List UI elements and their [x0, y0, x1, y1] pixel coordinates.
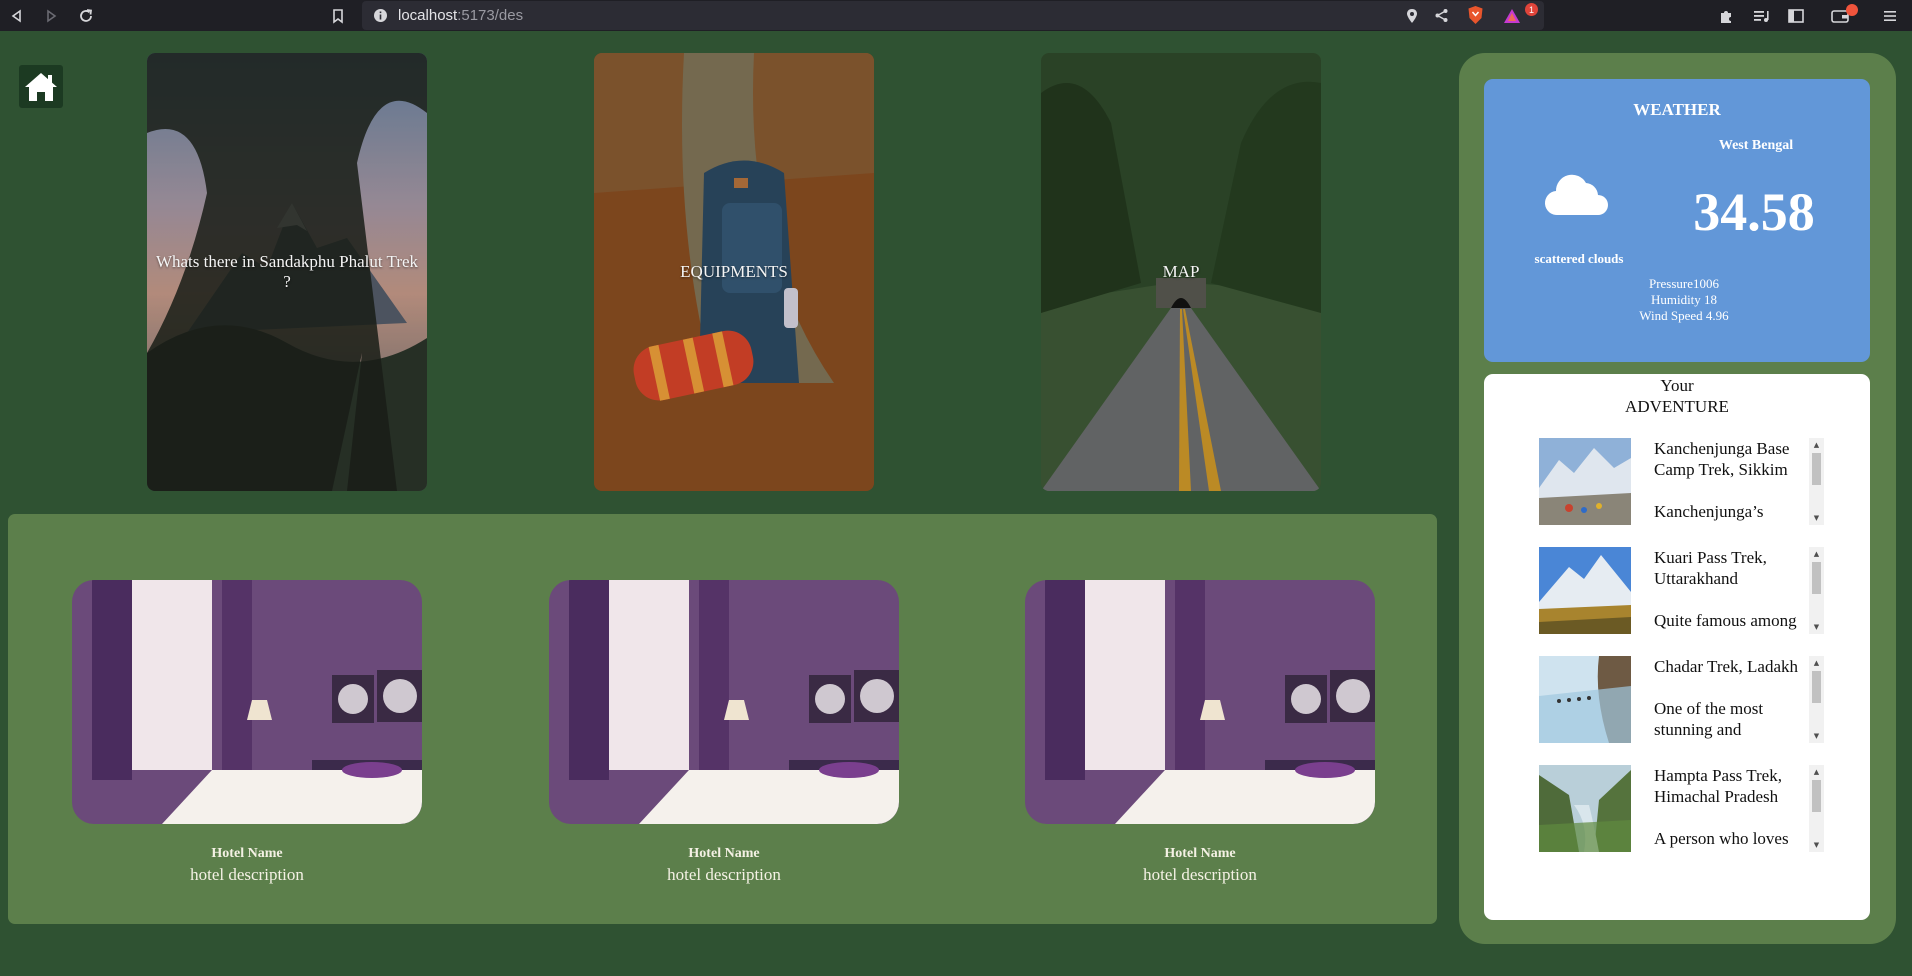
hotels-panel: Hotel Name hotel description Hotel Name …: [8, 514, 1437, 924]
playlist-icon[interactable]: [1751, 6, 1770, 25]
forward-icon[interactable]: [41, 6, 60, 25]
bookmark-icon[interactable]: [328, 6, 347, 25]
notification-badge: 1: [1525, 3, 1538, 16]
equipments-card[interactable]: EQUIPMENTS: [594, 53, 874, 491]
item-scrollbar[interactable]: ▲ ▼: [1809, 547, 1824, 634]
card-label: MAP: [1162, 262, 1200, 281]
menu-icon[interactable]: [1880, 6, 1899, 25]
right-panel: WEATHER West Bengal 34.58 scattered clou…: [1459, 53, 1896, 944]
weather-condition: scattered clouds: [1534, 251, 1624, 266]
weather-region: West Bengal: [1718, 138, 1794, 153]
hotel-card[interactable]: Hotel Name hotel description: [549, 580, 899, 885]
hotel-description: hotel description: [1143, 865, 1257, 884]
address-bar[interactable]: localhost:5173/des 1: [362, 1, 1544, 30]
adventure-heading: Your ADVENTURE: [1625, 376, 1729, 416]
item-scrollbar[interactable]: ▲ ▼: [1809, 438, 1824, 525]
trek-thumbnail: [1539, 438, 1631, 525]
map-card[interactable]: MAP: [1041, 53, 1321, 491]
site-info-icon[interactable]: [371, 6, 390, 25]
adventure-list: Your ADVENTURE Kanchenjunga Base Camp Tr…: [1484, 374, 1870, 920]
trek-thumbnail: [1539, 656, 1631, 743]
list-item[interactable]: Chadar Trek, Ladakh One of the most stun…: [1539, 656, 1825, 743]
trek-description: Kanchenjunga’s: [1654, 502, 1764, 521]
card-label: EQUIPMENTS: [680, 262, 788, 281]
hotel-image: [72, 580, 422, 824]
hotel-image: [549, 580, 899, 824]
trek-description: Quite famous among: [1654, 611, 1797, 630]
hotel-name: Hotel Name: [688, 846, 760, 861]
weather-widget: WEATHER West Bengal 34.58 scattered clou…: [1484, 79, 1870, 362]
share-icon[interactable]: [1432, 6, 1451, 25]
trek-thumbnail: [1539, 547, 1631, 634]
item-scrollbar[interactable]: ▲ ▼: [1809, 656, 1824, 743]
hotel-name: Hotel Name: [211, 846, 283, 861]
hotel-name: Hotel Name: [1164, 846, 1236, 861]
list-item[interactable]: Kanchenjunga Base Camp Trek, Sikkim Kanc…: [1539, 438, 1825, 525]
url-text: localhost:5173/des: [398, 7, 524, 24]
hotel-description: hotel description: [667, 865, 781, 884]
trek-title: Chadar Trek, Ladakh: [1654, 657, 1799, 676]
weather-wind: Wind Speed 4.96: [1639, 308, 1729, 323]
trek-info-card[interactable]: Whats there in Sandakphu Phalut Trek ?: [147, 53, 427, 491]
trek-description: A person who loves: [1654, 829, 1789, 848]
weather-title: WEATHER: [1633, 100, 1721, 119]
weather-temperature: 34.58: [1693, 182, 1815, 242]
card-label: Whats there in Sandakphu Phalut Trek ?: [155, 252, 419, 291]
reload-icon[interactable]: [76, 6, 95, 25]
extensions-icon[interactable]: [1716, 6, 1735, 25]
weather-stats: Pressure1006 Humidity 18 Wind Speed 4.96: [1604, 276, 1764, 324]
hotel-description: hotel description: [190, 865, 304, 884]
hotel-card[interactable]: Hotel Name hotel description: [1025, 580, 1375, 885]
weather-humidity: Humidity 18: [1650, 292, 1718, 307]
home-button[interactable]: [19, 65, 63, 108]
sidebar-toggle-icon[interactable]: [1786, 6, 1805, 25]
wallet-alert-dot: [1846, 4, 1858, 16]
rewards-icon[interactable]: [1502, 6, 1521, 25]
cloud-icon: [1544, 174, 1608, 216]
list-item[interactable]: Kuari Pass Trek, Uttarakhand Quite famou…: [1539, 547, 1825, 634]
brave-shield-icon[interactable]: [1466, 5, 1485, 24]
hotel-image: [1025, 580, 1375, 824]
trek-description: One of the most stunning and: [1654, 699, 1764, 739]
trek-title: Kanchenjunga Base Camp Trek, Sikkim: [1654, 439, 1790, 479]
hotel-card[interactable]: Hotel Name hotel description: [72, 580, 422, 885]
back-icon[interactable]: [7, 6, 26, 25]
weather-pressure: Pressure1006: [1648, 276, 1720, 291]
list-item[interactable]: Hampta Pass Trek, Himachal Pradesh A per…: [1539, 765, 1825, 852]
item-scrollbar[interactable]: ▲ ▼: [1809, 765, 1824, 852]
location-icon[interactable]: [1402, 6, 1421, 25]
trek-title: Hampta Pass Trek, Himachal Pradesh: [1654, 766, 1782, 806]
home-icon: [25, 72, 57, 101]
trek-title: Kuari Pass Trek, Uttarakhand: [1654, 548, 1767, 588]
browser-toolbar: localhost:5173/des 1: [0, 0, 1912, 31]
trek-thumbnail: [1539, 765, 1631, 852]
